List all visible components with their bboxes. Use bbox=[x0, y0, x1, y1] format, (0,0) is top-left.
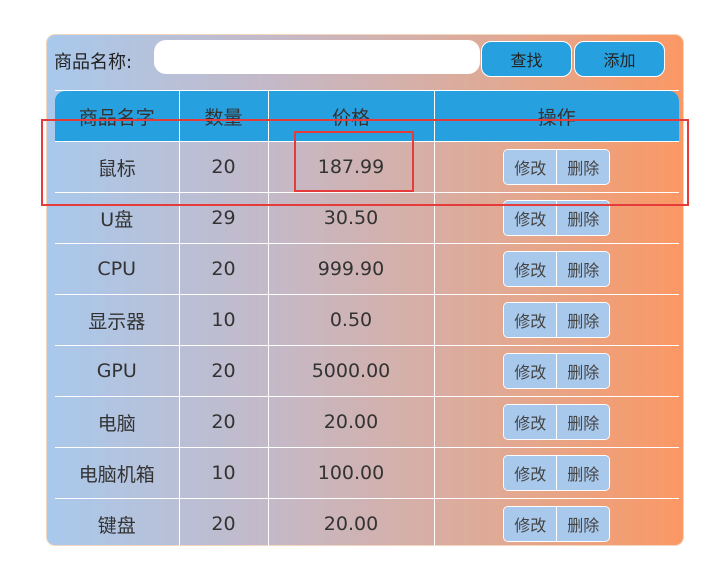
delete-button[interactable]: 删除 bbox=[556, 303, 610, 337]
cell-actions: 修改 删除 bbox=[433, 192, 679, 244]
action-group: 修改 删除 bbox=[503, 506, 611, 542]
edit-button[interactable]: 修改 bbox=[504, 456, 557, 490]
cell-actions: 修改 删除 bbox=[433, 141, 679, 193]
delete-button[interactable]: 删除 bbox=[556, 507, 610, 541]
table-row: U盘 29 30.50 修改 删除 bbox=[55, 192, 679, 244]
cell-name: CPU bbox=[55, 243, 180, 295]
cell-actions: 修改 删除 bbox=[433, 447, 679, 499]
product-name-input[interactable] bbox=[154, 40, 480, 74]
cell-price: 20.00 bbox=[267, 396, 435, 448]
cell-actions: 修改 删除 bbox=[433, 498, 679, 550]
cell-price: 100.00 bbox=[267, 447, 435, 499]
edit-button[interactable]: 修改 bbox=[504, 507, 557, 541]
cell-qty: 10 bbox=[178, 294, 269, 346]
delete-button[interactable]: 删除 bbox=[556, 405, 610, 439]
cell-name: 显示器 bbox=[55, 294, 180, 346]
cell-qty: 20 bbox=[178, 243, 269, 295]
action-group: 修改 删除 bbox=[503, 404, 611, 440]
header-actions: 操作 bbox=[433, 90, 679, 142]
cell-actions: 修改 删除 bbox=[433, 294, 679, 346]
edit-button[interactable]: 修改 bbox=[504, 303, 557, 337]
cell-actions: 修改 删除 bbox=[433, 243, 679, 295]
table-row: 显示器 10 0.50 修改 删除 bbox=[55, 294, 679, 346]
cell-name: 电脑机箱 bbox=[55, 447, 180, 499]
cell-name: 电脑 bbox=[55, 396, 180, 448]
action-group: 修改 删除 bbox=[503, 455, 611, 491]
cell-price: 0.50 bbox=[267, 294, 435, 346]
product-panel: 商品名称: 查找 添加 商品名字 数量 价格 操作 鼠标 20 187.99 修… bbox=[46, 34, 684, 550]
cell-price: 30.50 bbox=[267, 192, 435, 244]
delete-button[interactable]: 删除 bbox=[556, 150, 610, 184]
cell-actions: 修改 删除 bbox=[433, 345, 679, 397]
cell-actions: 修改 删除 bbox=[433, 396, 679, 448]
cell-qty: 20 bbox=[178, 345, 269, 397]
cell-name: 鼠标 bbox=[55, 141, 180, 193]
cell-price: 5000.00 bbox=[267, 345, 435, 397]
edit-button[interactable]: 修改 bbox=[504, 201, 557, 235]
cell-qty: 29 bbox=[178, 192, 269, 244]
header-name: 商品名字 bbox=[55, 90, 180, 142]
cell-qty: 10 bbox=[178, 447, 269, 499]
table-row: CPU 20 999.90 修改 删除 bbox=[55, 243, 679, 295]
table-row: 鼠标 20 187.99 修改 删除 bbox=[55, 141, 679, 193]
delete-button[interactable]: 删除 bbox=[556, 252, 610, 286]
action-group: 修改 删除 bbox=[503, 200, 611, 236]
action-group: 修改 删除 bbox=[503, 302, 611, 338]
table-row: 电脑机箱 10 100.00 修改 删除 bbox=[55, 447, 679, 499]
cell-qty: 20 bbox=[178, 396, 269, 448]
cell-price: 20.00 bbox=[267, 498, 435, 550]
cell-name: U盘 bbox=[55, 192, 180, 244]
edit-button[interactable]: 修改 bbox=[504, 150, 557, 184]
cell-price: 187.99 bbox=[267, 141, 435, 193]
find-button[interactable]: 查找 bbox=[481, 41, 572, 77]
cell-name: GPU bbox=[55, 345, 180, 397]
action-group: 修改 删除 bbox=[503, 149, 611, 185]
delete-button[interactable]: 删除 bbox=[556, 354, 610, 388]
action-group: 修改 删除 bbox=[503, 251, 611, 287]
edit-button[interactable]: 修改 bbox=[504, 252, 557, 286]
action-group: 修改 删除 bbox=[503, 353, 611, 389]
search-label: 商品名称: bbox=[54, 52, 133, 73]
delete-button[interactable]: 删除 bbox=[556, 201, 610, 235]
cell-name: 键盘 bbox=[55, 498, 180, 550]
edit-button[interactable]: 修改 bbox=[504, 405, 557, 439]
delete-button[interactable]: 删除 bbox=[556, 456, 610, 490]
header-qty: 数量 bbox=[178, 90, 269, 142]
header-price: 价格 bbox=[267, 90, 435, 142]
cell-qty: 20 bbox=[178, 498, 269, 550]
table-row: 键盘 20 20.00 修改 删除 bbox=[55, 498, 679, 550]
product-table: 商品名字 数量 价格 操作 鼠标 20 187.99 修改 删除 U盘 29 30… bbox=[55, 90, 679, 550]
cell-price: 999.90 bbox=[267, 243, 435, 295]
add-button[interactable]: 添加 bbox=[574, 41, 665, 77]
table-row: 电脑 20 20.00 修改 删除 bbox=[55, 396, 679, 448]
edit-button[interactable]: 修改 bbox=[504, 354, 557, 388]
table-row: GPU 20 5000.00 修改 删除 bbox=[55, 345, 679, 397]
cell-qty: 20 bbox=[178, 141, 269, 193]
